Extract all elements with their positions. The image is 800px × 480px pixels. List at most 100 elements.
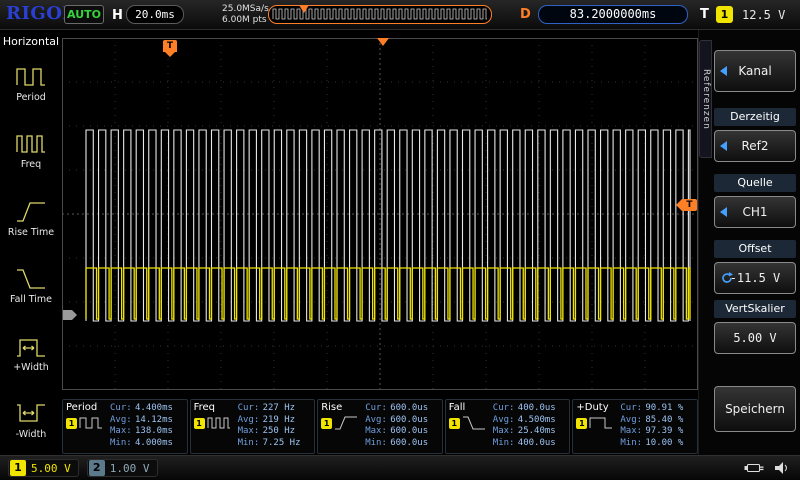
stat-label: Avg: (110, 415, 135, 427)
top-bar: RIGOL AUTO H 20.0ms 25.0MSa/s 6.00M pts … (0, 0, 800, 30)
stat-label: Min: (365, 438, 390, 450)
stat-label: Max: (620, 426, 645, 438)
stat-label: Min: (238, 438, 263, 450)
menu-item-neg-width[interactable]: -Width (0, 388, 62, 456)
delay-readout: 83.2000000ms (538, 5, 688, 24)
chevron-left-icon (720, 207, 727, 217)
menu-item-rise-time[interactable]: Rise Time (0, 185, 62, 253)
measurement-name: Rise (321, 402, 342, 413)
menu-item-label: Rise Time (8, 227, 54, 238)
menu-item-pos-width[interactable]: +Width (0, 320, 62, 388)
delay-position-marker (377, 38, 389, 46)
timebase-readout: 20.0ms (126, 5, 184, 24)
stat-label: Min: (110, 438, 135, 450)
menu-tab-referenzen[interactable]: Referenzen (699, 40, 712, 158)
offset-label: Offset (714, 240, 796, 258)
stat-label: Cur: (110, 403, 135, 415)
measurement-panel-period: Period 1 Cur:4.400ms Avg:14.12ms Max:138… (62, 399, 188, 454)
stat-label: Cur: (620, 403, 645, 415)
stat-value: 400.0us (518, 403, 556, 415)
scale-value: 5.00 V (733, 331, 776, 345)
stat-value: 250 Hz (263, 426, 296, 438)
stat-label: Cur: (493, 403, 518, 415)
ref-select-button[interactable]: Ref2 (714, 130, 796, 162)
measurement-panel-freq: Freq 1 Cur:227 Hz Avg:219 Hz Max:250 Hz … (190, 399, 316, 454)
ch1-waveform (86, 268, 690, 319)
source-select-label: CH1 (742, 205, 767, 219)
memory-depth: 6.00M pts (222, 15, 269, 26)
stat-value: 25.40ms (518, 426, 556, 438)
freq-icon (15, 132, 47, 156)
trigger-source-badge: 1 (716, 6, 733, 23)
offset-value-button[interactable]: -11.5 V (714, 262, 796, 294)
stat-label: Max: (365, 426, 390, 438)
stat-label: Min: (620, 438, 645, 450)
kanal-button[interactable]: Kanal (714, 50, 796, 92)
stat-value: 14.12ms (135, 415, 173, 427)
display-area: T T (62, 30, 698, 398)
measurement-panel-duty: +Duty 1 Cur:90.91 % Avg:85.40 % Max:97.3… (572, 399, 698, 454)
stat-value: 219 Hz (263, 415, 296, 427)
fall-time-icon (15, 267, 47, 291)
channel-badge: 1 (449, 418, 460, 429)
ch1-status-chip[interactable]: 1 5.00 V (8, 459, 79, 477)
speichern-button[interactable]: Speichern (714, 386, 796, 432)
stat-label: Cur: (365, 403, 390, 415)
vertskalier-label: VertSkalier (714, 300, 796, 318)
stat-value: 600.0us (390, 438, 428, 450)
trigger-level-marker: T (682, 199, 697, 211)
channel-badge: 1 (66, 418, 77, 429)
stat-value: 7.25 Hz (263, 438, 301, 450)
menu-item-label: +Width (13, 362, 49, 373)
trigger-label: T (700, 7, 709, 22)
stat-value: 600.0us (390, 403, 428, 415)
sample-rate: 25.0MSa/s (222, 4, 269, 15)
chevron-left-icon (720, 66, 727, 76)
ref-position-marker (63, 310, 72, 320)
measurement-bar: Period 1 Cur:4.400ms Avg:14.12ms Max:138… (62, 399, 698, 454)
scale-value-button[interactable]: 5.00 V (714, 322, 796, 354)
menu-item-freq[interactable]: Freq (0, 118, 62, 186)
status-bar: 1 5.00 V 2 1.00 V (0, 455, 800, 480)
graticule (62, 38, 698, 390)
period-icon (79, 416, 103, 430)
stat-value: 227 Hz (263, 403, 296, 415)
rise-time-icon (15, 200, 47, 224)
freq-icon (207, 416, 231, 430)
softkey-menu: Referenzen Kanal Derzeitig Ref2 Quelle C… (698, 30, 800, 455)
rotate-knob-icon (720, 271, 734, 285)
neg-width-icon (15, 402, 47, 426)
usb-icon (744, 461, 764, 475)
trigger-position-marker: T (163, 40, 177, 52)
menu-item-period[interactable]: Period (0, 50, 62, 118)
source-select-button[interactable]: CH1 (714, 196, 796, 228)
ref2-waveform (86, 130, 690, 321)
stat-label: Avg: (365, 415, 390, 427)
measurement-panel-fall: Fall 1 Cur:400.0us Avg:4.500ms Max:25.40… (445, 399, 571, 454)
measurement-name: Period (66, 402, 97, 413)
channel-badge: 1 (321, 418, 332, 429)
measurement-name: Fall (449, 402, 466, 413)
delay-label: D (520, 7, 531, 22)
channel-badge: 1 (194, 418, 205, 429)
stat-label: Min: (493, 438, 518, 450)
menu-item-fall-time[interactable]: Fall Time (0, 253, 62, 321)
horizontal-scale-label: H (112, 8, 123, 23)
ch2-status-chip[interactable]: 2 1.00 V (87, 459, 158, 477)
measurement-name: +Duty (576, 402, 608, 413)
stat-label: Avg: (238, 415, 263, 427)
stat-value: 138.0ms (135, 426, 173, 438)
stat-label: Avg: (620, 415, 645, 427)
stat-label: Cur: (238, 403, 263, 415)
stat-label: Max: (493, 426, 518, 438)
stat-value: 600.0us (390, 426, 428, 438)
stat-value: 85.40 % (645, 415, 683, 427)
offset-value: -11.5 V (730, 271, 781, 285)
stat-value: 400.0us (518, 438, 556, 450)
stat-value: 4.500ms (518, 415, 556, 427)
rise-icon (334, 416, 358, 430)
ch2-scale: 1.00 V (110, 462, 150, 475)
stat-value: 4.000ms (135, 438, 173, 450)
period-icon (15, 65, 47, 89)
horizontal-position-indicator (268, 5, 492, 24)
